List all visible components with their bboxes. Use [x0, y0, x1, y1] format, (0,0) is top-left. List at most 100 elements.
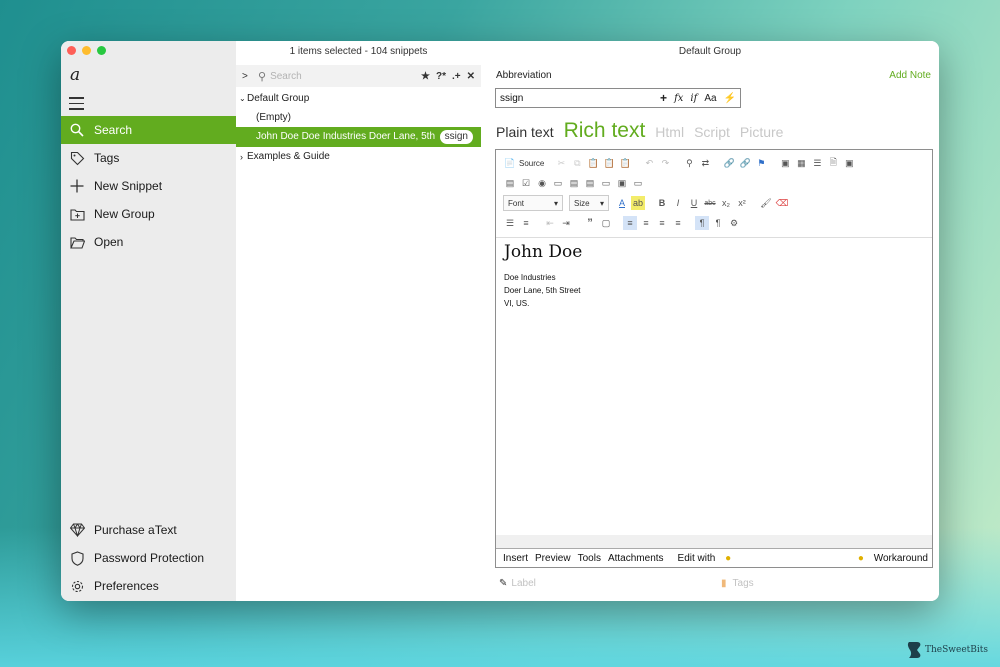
label-field[interactable]: ✎ Label [499, 578, 536, 589]
sidebar-item-preferences[interactable]: Preferences [61, 572, 236, 600]
favorites-filter-button[interactable]: ★ [421, 71, 430, 82]
sidebar-item-label: Preferences [94, 579, 159, 593]
blockquote-icon[interactable]: ” [583, 216, 597, 230]
sidebar-item-tags[interactable]: Tags [61, 144, 236, 172]
indent-icon[interactable]: ⇥ [559, 216, 573, 230]
align-center-icon[interactable]: ≡ [639, 216, 653, 230]
sidebar-item-search[interactable]: Search [61, 116, 236, 144]
font-select[interactable]: Font ▾ [503, 195, 563, 211]
undo-icon[interactable]: ↶ [642, 156, 656, 170]
highlight-color-icon[interactable]: ab [631, 196, 645, 210]
case-button[interactable]: Aa [704, 93, 716, 104]
image-icon[interactable]: ▣ [778, 156, 792, 170]
abbreviation-field[interactable]: ssign + fx if Aa ⚡ [495, 88, 741, 108]
text-color-icon[interactable]: A [615, 196, 629, 210]
snippet-label: John Doe Doe Industries Doer Lane, 5th [256, 131, 435, 142]
align-left-icon[interactable]: ≡ [623, 216, 637, 230]
outdent-icon[interactable]: ⇤ [543, 216, 557, 230]
div-container-icon[interactable]: ▢ [599, 216, 613, 230]
function-button[interactable]: fx [674, 93, 683, 104]
tab-rich-text[interactable]: Rich text [564, 119, 646, 143]
sidebar-item-new-snippet[interactable]: New Snippet [61, 172, 236, 200]
tools-menu[interactable]: Tools [578, 553, 601, 564]
language-icon[interactable]: ⚙ [727, 216, 741, 230]
sidebar-item-new-group[interactable]: New Group [61, 200, 236, 228]
hidden-field-icon[interactable]: ▭ [631, 176, 645, 190]
paint-brush-icon[interactable]: 🖌 [759, 196, 773, 210]
sidebar-item-open[interactable]: Open [61, 228, 236, 256]
anchor-flag-icon[interactable]: ⚑ [754, 156, 768, 170]
add-note-link[interactable]: Add Note [889, 70, 931, 81]
zoom-button[interactable] [97, 46, 106, 55]
chevron-right-icon[interactable]: > [242, 71, 252, 82]
insert-menu[interactable]: Insert [503, 553, 528, 564]
group-row-examples[interactable]: › Examples & Guide [236, 147, 481, 167]
group-row-default[interactable]: ⌄ Default Group [236, 89, 481, 109]
edit-with-menu[interactable]: Edit with ● [671, 553, 732, 564]
form-icon[interactable]: ▤ [503, 176, 517, 190]
tab-script[interactable]: Script [694, 124, 730, 140]
sidebar-item-purchase[interactable]: Purchase aText [61, 516, 236, 544]
image-button-icon[interactable]: ▣ [615, 176, 629, 190]
minimize-button[interactable] [82, 46, 91, 55]
link-icon[interactable]: 🔗 [722, 156, 736, 170]
paste-word-icon[interactable]: 📋 [618, 156, 632, 170]
tab-plain-text[interactable]: Plain text [496, 124, 554, 140]
editor-content[interactable]: John Doe Doe Industries Doer Lane, 5th S… [504, 242, 582, 310]
horizontal-rule-icon[interactable]: ☰ [810, 156, 824, 170]
tab-html[interactable]: Html [655, 124, 684, 140]
italic-icon[interactable]: I [671, 196, 685, 210]
strikethrough-icon[interactable]: abc [703, 196, 717, 210]
size-select[interactable]: Size ▾ [569, 195, 609, 211]
checkbox-icon[interactable]: ☑ [519, 176, 533, 190]
unlink-icon[interactable]: 🔗 [738, 156, 752, 170]
underline-icon[interactable]: U [687, 196, 701, 210]
picture-icon[interactable]: ▣ [842, 156, 856, 170]
paste-text-icon[interactable]: 📋 [602, 156, 616, 170]
align-right-icon[interactable]: ≡ [655, 216, 669, 230]
paste-icon[interactable]: 📋 [586, 156, 600, 170]
ltr-icon[interactable]: ¶ [695, 216, 709, 230]
subscript-icon[interactable]: x₂ [719, 196, 733, 210]
page-icon[interactable]: 🗎 [826, 156, 840, 170]
table-icon[interactable]: ▦ [794, 156, 808, 170]
snippet-row-empty[interactable]: (Empty) [236, 108, 481, 128]
replace-icon[interactable]: ⇄ [698, 156, 712, 170]
bold-icon[interactable]: B [655, 196, 669, 210]
source-button[interactable]: Source [519, 159, 544, 168]
preview-menu[interactable]: Preview [535, 553, 571, 564]
tags-field[interactable]: ▮ Tags [721, 578, 754, 589]
folder-plus-icon [68, 205, 86, 223]
bulleted-list-icon[interactable]: ≡ [519, 216, 533, 230]
lightning-icon[interactable]: ⚡ [724, 93, 736, 104]
eraser-icon[interactable]: ⌫ [775, 196, 789, 210]
textfield-icon[interactable]: ▭ [551, 176, 565, 190]
hamburger-menu-icon[interactable] [69, 97, 84, 114]
workaround-menu[interactable]: ● Workaround [851, 553, 928, 564]
wildcard-filter-button[interactable]: ?* [436, 71, 446, 82]
snippet-row-selected[interactable]: John Doe Doe Industries Doer Lane, 5th s… [236, 127, 481, 147]
sidebar-item-password-protection[interactable]: Password Protection [61, 544, 236, 572]
insert-plus-button[interactable]: + [660, 91, 667, 105]
close-button[interactable] [67, 46, 76, 55]
clear-search-button[interactable]: ✕ [467, 71, 475, 82]
search-input[interactable]: Search [270, 71, 421, 82]
copy-icon[interactable]: ⧉ [570, 156, 584, 170]
attachments-menu[interactable]: Attachments [608, 553, 664, 564]
rtl-icon[interactable]: ¶ [711, 216, 725, 230]
numbered-list-icon[interactable]: ☰ [503, 216, 517, 230]
cut-icon[interactable]: ✂ [554, 156, 568, 170]
caret-down-icon: ▾ [599, 198, 604, 208]
select-icon[interactable]: ▤ [583, 176, 597, 190]
align-justify-icon[interactable]: ≡ [671, 216, 685, 230]
textarea-icon[interactable]: ▤ [567, 176, 581, 190]
radio-icon[interactable]: ◉ [535, 176, 549, 190]
redo-icon[interactable]: ↷ [658, 156, 672, 170]
superscript-icon[interactable]: x² [735, 196, 749, 210]
button-field-icon[interactable]: ▭ [599, 176, 613, 190]
condition-button[interactable]: if [690, 93, 697, 104]
abbreviation-value[interactable]: ssign [500, 93, 660, 104]
tab-picture[interactable]: Picture [740, 124, 784, 140]
regex-filter-button[interactable]: .+ [452, 71, 461, 82]
find-icon[interactable]: ⚲ [682, 156, 696, 170]
